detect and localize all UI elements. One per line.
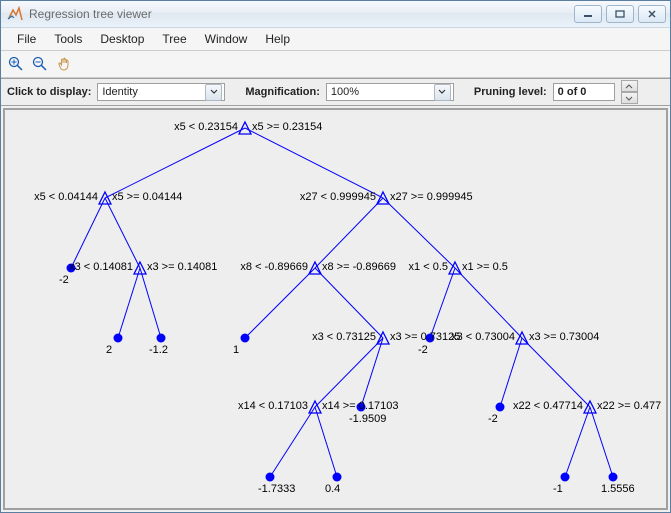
menu-window[interactable]: Window [197,30,256,48]
menu-help[interactable]: Help [257,30,298,48]
pruning-level-up[interactable] [621,80,638,92]
control-bar: Click to display: Identity Magnification… [1,78,670,106]
window-root: Regression tree viewer File Tools Deskto… [0,0,671,513]
split-label-right: x3 >= 0.14081 [147,261,217,273]
pruning-level-down[interactable] [621,92,638,104]
split-label-left: x14 < 0.17103 [238,400,308,412]
leaf-value: -1 [553,483,563,495]
split-label-left: x5 < 0.04144 [34,191,98,203]
leaf-value: -2 [488,413,498,425]
menu-tools[interactable]: Tools [46,30,90,48]
close-button[interactable] [638,5,666,23]
leaf-value: -1.7333 [258,483,295,495]
matlab-icon [7,6,23,22]
click-to-display-label: Click to display: [5,86,93,98]
pruning-level-field: 0 of 0 [553,83,615,101]
leaf-value: -1.2 [149,344,168,356]
split-label-right: x5 >= 0.04144 [112,191,182,203]
split-label-right: x1 >= 0.5 [462,261,508,273]
split-label-right: x3 >= 0.73125 [390,331,460,343]
tree-canvas[interactable]: x5 < 0.23154 x5 >= 0.23154 x5 < 0.04144 x5 … [3,108,668,510]
click-to-display-value: Identity [102,86,201,98]
split-label-left: x5 < 0.23154 [174,121,238,133]
menubar: File Tools Desktop Tree Window Help [1,28,670,51]
maximize-button[interactable] [606,5,634,23]
magnification-label: Magnification: [243,86,322,98]
click-to-display-select[interactable]: Identity [97,83,225,101]
menu-file[interactable]: File [9,30,44,48]
magnification-value: 100% [331,86,430,98]
magnification-select[interactable]: 100% [326,83,454,101]
window-title: Regression tree viewer [29,7,574,21]
pruning-level-label: Pruning level: [472,86,549,98]
split-label-right: x8 >= -0.89669 [322,261,396,273]
toolbar [1,51,670,78]
leaf-value: -2 [59,274,69,286]
split-label-left: x22 < 0.47714 [513,400,583,412]
chevron-down-icon [205,84,222,101]
split-label-right: x3 >= 0.73004 [529,331,599,343]
zoom-in-icon[interactable] [7,55,25,73]
split-label-left: x27 < 0.999945 [300,191,376,203]
zoom-out-icon[interactable] [31,55,49,73]
menu-tree[interactable]: Tree [154,30,194,48]
menu-desktop[interactable]: Desktop [92,30,152,48]
split-label-right: x22 >= 0.477 [597,400,661,412]
leaf-value: 1.5556 [601,483,635,495]
split-label-right: x5 >= 0.23154 [252,121,322,133]
chevron-down-icon [434,84,451,101]
split-label-left: x8 < -0.89669 [240,261,308,273]
minimize-button[interactable] [574,5,602,23]
leaf-value: 1 [233,344,239,356]
split-label-left: x3 < 0.73125 [312,331,376,343]
pan-icon[interactable] [55,55,73,73]
titlebar[interactable]: Regression tree viewer [1,1,670,28]
leaf-value: 0.4 [325,483,340,495]
pruning-level-value: 0 of 0 [558,86,612,98]
split-label-left: x1 < 0.5 [409,261,448,273]
window-buttons [574,5,666,23]
split-label-right: x27 >= 0.999945 [390,191,473,203]
pruning-level-stepper [621,80,638,104]
split-label-left: x3 < 0.14081 [69,261,133,273]
leaf-value: -2 [418,344,428,356]
leaf-value: -1.9509 [349,413,386,425]
leaf-value: 2 [106,344,112,356]
split-label-left: x3 < 0.73004 [451,331,515,343]
split-label-right: x14 >= 0.17103 [322,400,398,412]
